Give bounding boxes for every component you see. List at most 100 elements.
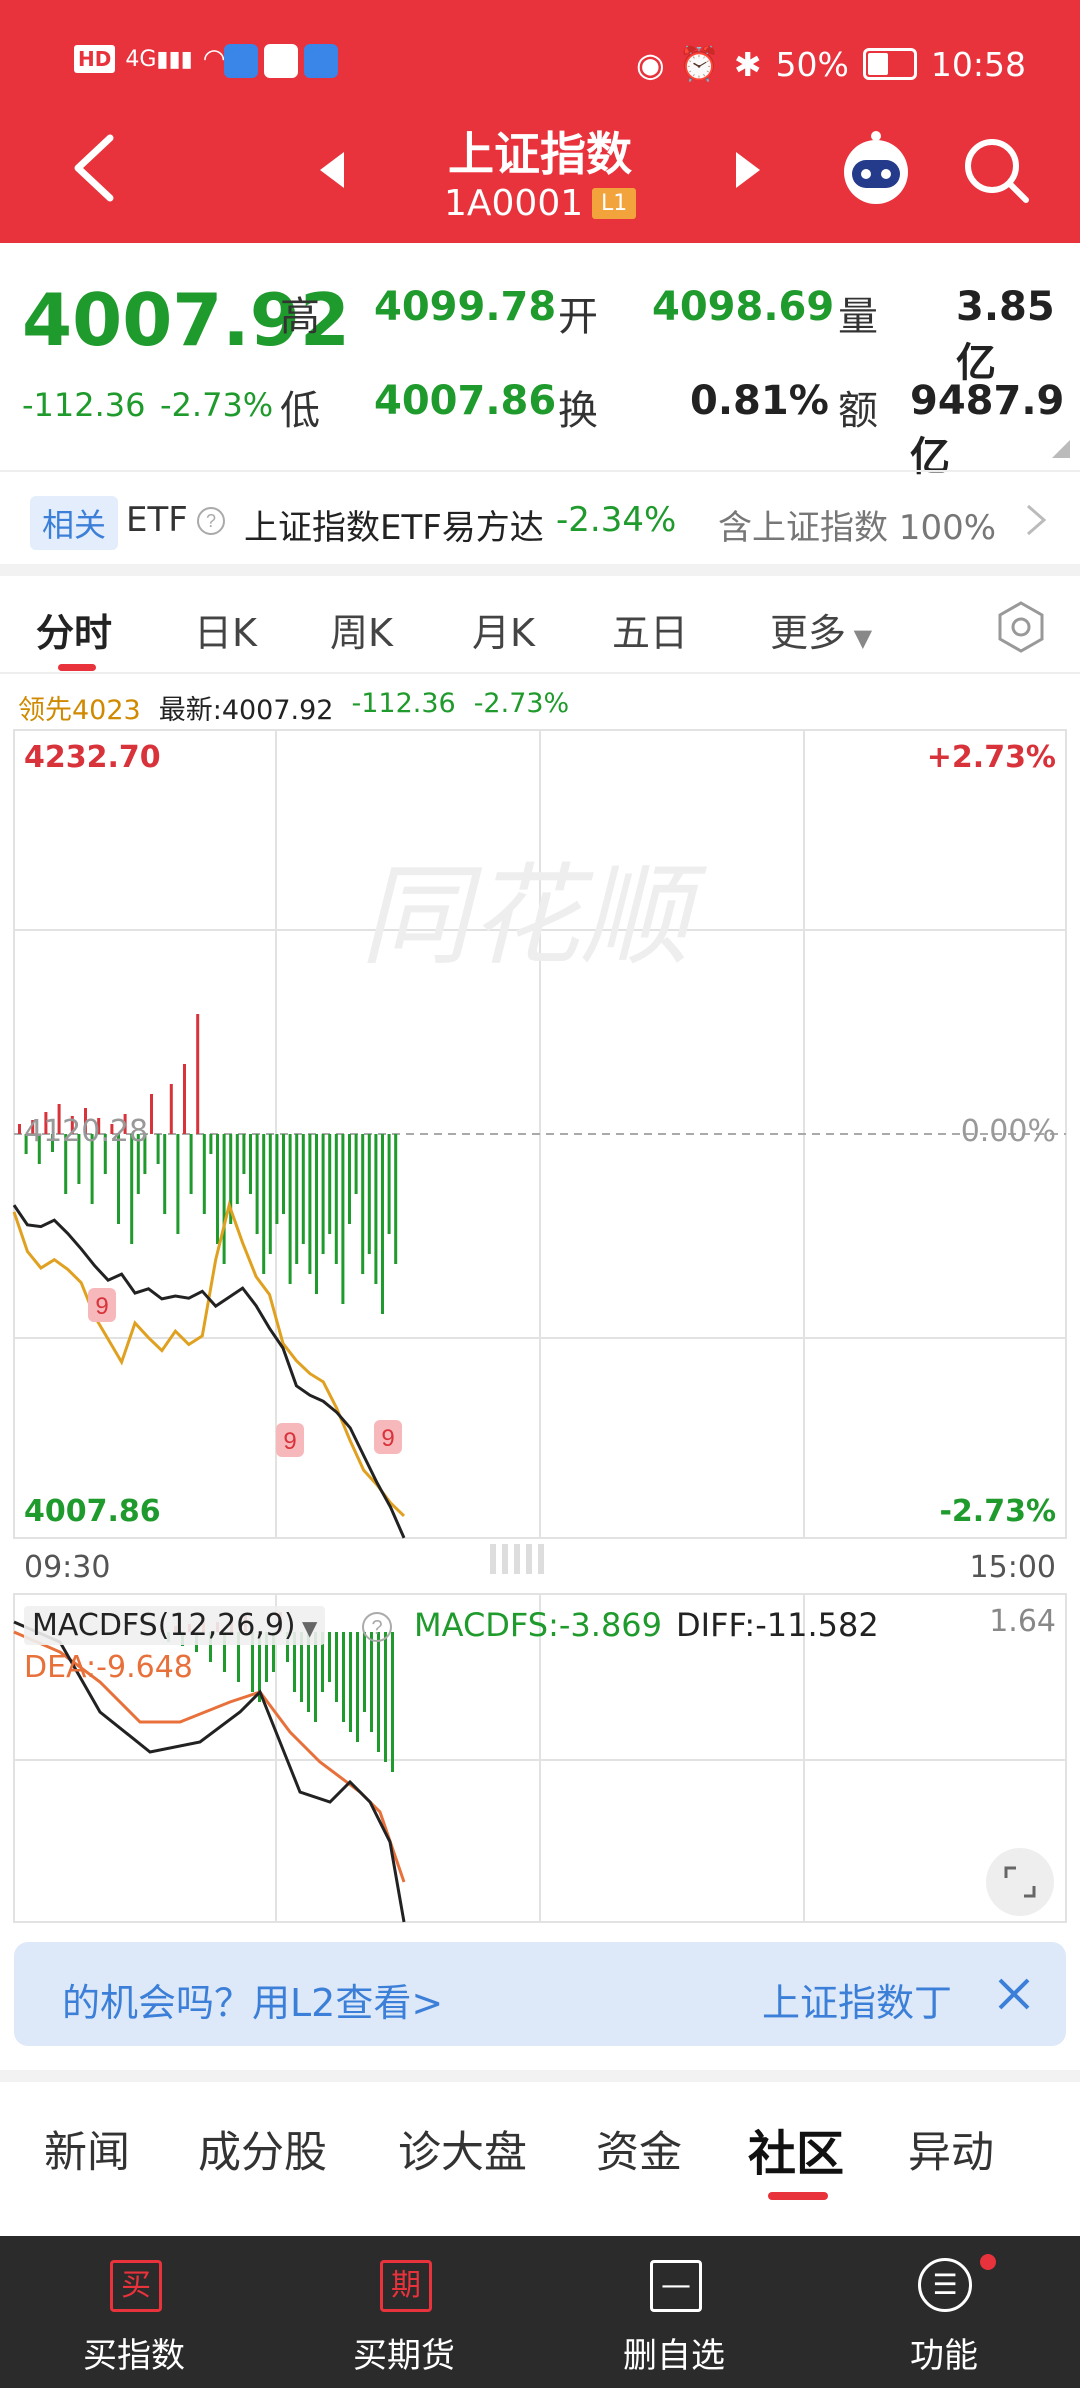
signal-marker: 9 [374,1420,402,1454]
wifi-icon: ◠ [202,44,226,74]
robot-assistant-icon[interactable] [838,130,914,206]
macd-bar [391,1632,394,1772]
volume-value: 3.85亿 [956,284,1055,386]
signal-marker: 9 [88,1288,116,1322]
y-min-pct: -2.73% [939,1494,1056,1529]
svg-text:9: 9 [283,1428,296,1455]
next-index-icon[interactable] [732,150,762,190]
bar-mark [308,1134,312,1274]
volume-label: 量 [838,294,878,340]
bar-mark [288,1134,292,1284]
diff-value: DIFF:-11.582 [676,1606,879,1644]
bar-mark [150,1094,153,1134]
tab-anomaly[interactable]: 异动 [908,2118,994,2180]
tab-weekly-k[interactable]: 周K [330,602,393,657]
functions-label: 功能 [910,2336,978,2376]
bar-mark [361,1134,365,1274]
tab-five-day[interactable]: 五日 [612,602,688,657]
bottom-action-bar: 买 买指数 期 买期货 — 删自选 ☰ 功能 [0,2236,1080,2388]
etf-name: 上证指数ETF易方达 [244,508,544,548]
signal-icon: 4G▮▮▮ [125,46,193,72]
etf-weight: 含上证指数 100% [718,508,997,548]
open-label: 开 [558,294,598,340]
macd-top-label: 1.64 [989,1604,1056,1639]
bar-mark [156,1134,160,1164]
functions-button[interactable]: ☰ 功能 [834,2236,1054,2388]
buy-futures-button[interactable]: 期 买期货 [294,2236,514,2388]
macd-bar [363,1632,366,1712]
help-icon[interactable]: ? [196,506,226,536]
watermark: 同花顺 [360,855,707,978]
remove-watchlist-button[interactable]: — 删自选 [564,2236,784,2388]
price-line [12,1204,406,1539]
intraday-chart[interactable]: 同花顺 9 9 9 [0,728,1080,1540]
active-tab-indicator [768,2192,828,2200]
macd-bar [377,1632,380,1752]
dropdown-icon: ▼ [295,1616,318,1640]
price-change-pct: -2.73% [160,386,274,424]
app-icon-2 [264,44,298,78]
clock: 10:58 [930,44,1027,84]
macd-bar [384,1632,387,1762]
buy-icon: 买 [110,2260,162,2312]
l2-promo-banner[interactable]: 的机会吗？用L2查看> 上证指数丁 [14,1942,1066,2046]
expand-corner-icon[interactable] [1052,440,1070,458]
bar-mark [18,1124,21,1134]
buy-futures-label: 买期货 [353,2336,455,2376]
tab-diagnosis[interactable]: 诊大盘 [398,2118,527,2180]
app-icon-1 [224,44,258,78]
macdfs-value: MACDFS:-3.869 [414,1606,663,1644]
active-tab-indicator [58,664,96,671]
section-gap [0,564,1080,576]
average-price-line [12,1199,406,1517]
bar-mark [334,1134,338,1264]
bar-mark [242,1134,246,1174]
settings-icon[interactable] [994,600,1048,654]
tab-funds[interactable]: 资金 [596,2118,682,2180]
dropdown-icon: ▼ [846,624,873,652]
macd-selector[interactable]: MACDFS(12,26,9) ▼ [24,1606,326,1645]
tab-more[interactable]: 更多 ▼ [770,602,872,657]
bar-mark [183,1064,186,1134]
tab-constituents[interactable]: 成分股 [198,2118,327,2180]
promo-text: 的机会吗？用L2查看> [62,1981,444,2025]
tab-news[interactable]: 新闻 [44,2118,130,2180]
bar-mark [348,1134,351,1224]
bar-mark [130,1134,134,1244]
bar-mark [367,1134,371,1254]
svg-text:?: ? [206,511,216,531]
y-max-label: 4232.70 [24,740,161,775]
bar-mark [176,1134,180,1234]
help-icon[interactable]: ? [360,1610,394,1644]
etf-row[interactable]: 相关 ETF ? 上证指数ETF易方达 -2.34% 含上证指数 100% [0,476,1080,564]
macd-bar [349,1632,352,1732]
bar-mark [268,1134,272,1254]
section-gap [0,2070,1080,2082]
y-mid-label: 4120.28 [24,1114,149,1149]
latest-value: 最新:4007.92 [158,695,334,726]
fullscreen-button[interactable] [986,1848,1054,1916]
amount-label: 额 [838,388,878,434]
eye-icon: ◉ [636,44,665,84]
related-tag: 相关 [30,496,119,550]
turnover-label: 换 [558,388,598,434]
y-max-pct: +2.73% [926,740,1056,775]
status-bar-right: ◉ ⏰ ✱ 50% 10:58 [636,44,1026,84]
tab-intraday[interactable]: 分时 [36,602,112,657]
macd-bar [314,1632,317,1722]
signal-marker: 9 [276,1423,304,1457]
tab-community[interactable]: 社区 [748,2114,844,2184]
buy-index-button[interactable]: 买 买指数 [24,2236,244,2388]
bar-mark [381,1134,384,1314]
tab-daily-k[interactable]: 日K [194,602,257,657]
expand-icon [1004,1866,1036,1898]
close-icon[interactable] [994,1974,1034,2014]
level-badge: L1 [592,188,637,219]
chart-info-line: 领先4023 最新:4007.92 -112.36 -2.73% [18,688,569,727]
search-icon[interactable] [962,136,1032,206]
drag-handle[interactable] [490,1544,580,1574]
turnover-value: 0.81% [690,378,829,424]
bar-mark [169,1084,173,1134]
bar-mark [315,1134,318,1294]
tab-monthly-k[interactable]: 月K [472,602,535,657]
